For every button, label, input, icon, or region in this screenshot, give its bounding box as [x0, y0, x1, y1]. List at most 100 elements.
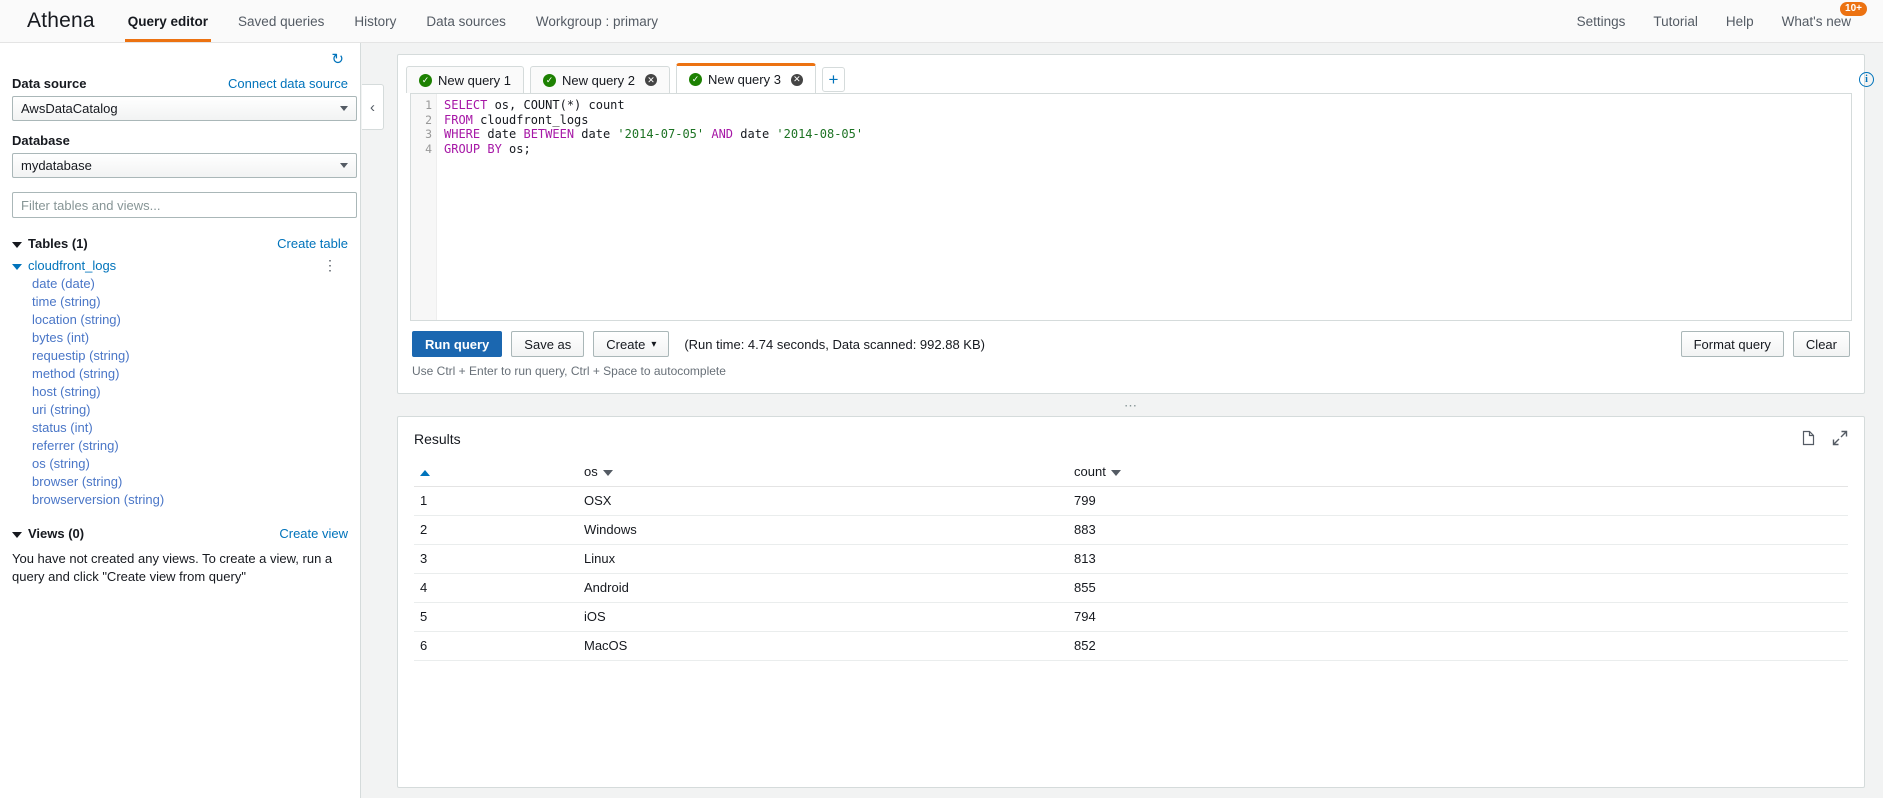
clear-button[interactable]: Clear [1792, 331, 1850, 357]
nav-item-settings[interactable]: Settings [1563, 0, 1640, 42]
add-query-tab-button[interactable]: + [821, 67, 845, 92]
column-item[interactable]: browser (string) [12, 472, 348, 490]
column-item[interactable]: time (string) [12, 292, 348, 310]
nav-item-whats-new[interactable]: What's new 10+ [1768, 0, 1867, 42]
row-count-cell: 813 [1074, 544, 1848, 574]
download-file-icon[interactable] [1801, 430, 1816, 446]
row-index-cell: 3 [414, 544, 584, 574]
panel-splitter-handle[interactable]: ⋯ [397, 398, 1865, 413]
nav-item-history[interactable]: History [339, 0, 411, 42]
line-number: 4 [425, 141, 432, 156]
sql-token: FROM [444, 112, 473, 127]
views-heading[interactable]: Views (0) [12, 526, 84, 541]
column-item[interactable]: location (string) [12, 310, 348, 328]
query-tab-new-query-1[interactable]: ✓ New query 1 [406, 66, 524, 93]
tables-heading[interactable]: Tables (1) [12, 236, 88, 251]
app-brand-athena: Athena [27, 9, 95, 32]
expand-icon[interactable] [1832, 430, 1848, 446]
table-node-cloudfront-logs[interactable]: cloudfront_logs ⋮ [12, 257, 348, 274]
row-os-cell: iOS [584, 602, 1074, 632]
sql-token: date [733, 127, 777, 142]
row-os-cell: Android [584, 573, 1074, 603]
caret-expanded-icon [12, 263, 22, 270]
nav-item-label: Workgroup : primary [535, 13, 658, 29]
query-tab-new-query-3[interactable]: ✓ New query 3 ✕ [675, 63, 816, 93]
sql-code-text[interactable]: SELECT os, COUNT(*) count FROM cloudfront… [437, 94, 1851, 320]
nav-item-query-editor[interactable]: Query editor [113, 0, 223, 42]
table-row: 5 iOS 794 [414, 602, 1848, 632]
nav-item-help[interactable]: Help [1712, 0, 1768, 42]
query-tab-label: New query 2 [561, 72, 635, 88]
sql-token: '2014-08-05' [776, 127, 864, 142]
run-statistics-text: (Run time: 4.74 seconds, Data scanned: 9… [684, 336, 985, 352]
results-table-head: os count [414, 458, 1848, 487]
row-os-cell: MacOS [584, 631, 1074, 661]
sidebar-collapse-handle[interactable]: ‹ [362, 84, 384, 130]
connect-data-source-link[interactable]: Connect data source [228, 76, 348, 91]
primary-nav-items: Query editor Saved queries History Data … [113, 0, 673, 42]
column-item[interactable]: method (string) [12, 364, 348, 382]
sidebar-panel: ↻ Data source Connect data source AwsDat… [0, 43, 361, 798]
column-item[interactable]: status (int) [12, 418, 348, 436]
nav-item-workgroup[interactable]: Workgroup : primary [521, 0, 673, 42]
column-item[interactable]: bytes (int) [12, 328, 348, 346]
nav-item-label: Tutorial [1653, 13, 1698, 29]
nav-item-saved-queries[interactable]: Saved queries [223, 0, 339, 42]
close-icon[interactable]: ✕ [644, 74, 657, 86]
sort-descending-icon [1110, 469, 1121, 476]
success-check-icon: ✓ [419, 73, 432, 87]
create-button-label: Create [606, 336, 646, 352]
column-item[interactable]: os (string) [12, 454, 348, 472]
nav-item-label: Saved queries [238, 13, 325, 29]
line-number: 2 [425, 112, 432, 127]
create-view-link[interactable]: Create view [279, 526, 348, 541]
row-index-cell: 1 [414, 486, 584, 516]
sql-token: cloudfront_logs [472, 112, 589, 127]
nav-item-tutorial[interactable]: Tutorial [1639, 0, 1712, 42]
database-select[interactable]: mydatabase [12, 153, 357, 178]
line-number: 3 [425, 127, 432, 142]
sql-line: WHERE date BETWEEN date '2014-07-05' AND… [444, 127, 1851, 142]
run-query-button[interactable]: Run query [412, 331, 503, 357]
column-item[interactable]: browserversion (string) [12, 490, 348, 508]
column-item[interactable]: date (date) [12, 274, 348, 292]
save-as-button[interactable]: Save as [511, 331, 585, 357]
sql-line: SELECT os, COUNT(*) count [444, 98, 1851, 113]
row-index-cell: 6 [414, 631, 584, 661]
chevron-down-icon [340, 163, 348, 168]
sql-editor[interactable]: 1 2 3 4 SELECT os, COUNT(*) count FROM cl… [410, 93, 1852, 321]
query-tab-new-query-2[interactable]: ✓ New query 2 ✕ [529, 66, 670, 93]
data-source-select[interactable]: AwsDataCatalog [12, 96, 357, 121]
info-icon[interactable]: i [1859, 72, 1874, 87]
secondary-nav-items: Settings Tutorial Help What's new 10+ [1563, 0, 1883, 42]
filter-tables-input[interactable] [12, 192, 357, 218]
nav-item-label: Query editor [127, 13, 209, 29]
sql-token: SELECT [444, 98, 488, 112]
column-header-index[interactable] [414, 458, 584, 487]
create-dropdown-button[interactable]: Create ▾ [593, 331, 670, 357]
close-icon[interactable]: ✕ [790, 73, 803, 86]
caret-expanded-icon [12, 531, 22, 538]
create-table-link[interactable]: Create table [277, 236, 348, 251]
sql-token: os; [501, 141, 531, 156]
table-options-icon[interactable]: ⋮ [323, 257, 348, 274]
refresh-icon[interactable]: ↻ [331, 52, 344, 67]
row-count-cell: 799 [1074, 486, 1848, 516]
column-item[interactable]: host (string) [12, 382, 348, 400]
sql-line: FROM cloudfront_logs [444, 113, 1851, 128]
column-header-os[interactable]: os [584, 458, 1074, 487]
sort-ascending-icon [420, 469, 430, 476]
sql-token: os, COUNT(*) count [487, 98, 625, 112]
column-header-count[interactable]: count [1074, 458, 1848, 487]
format-query-button[interactable]: Format query [1680, 331, 1784, 357]
keyboard-hint-text: Use Ctrl + Enter to run query, Ctrl + Sp… [412, 364, 726, 378]
column-item[interactable]: referrer (string) [12, 436, 348, 454]
database-value: mydatabase [21, 158, 92, 173]
results-toolbar [1801, 430, 1848, 446]
nav-item-data-sources[interactable]: Data sources [411, 0, 521, 42]
column-item[interactable]: uri (string) [12, 400, 348, 418]
column-item[interactable]: requestip (string) [12, 346, 348, 364]
sql-token: '2014-07-05' [617, 127, 705, 142]
sidebar-refresh-row: ↻ [12, 43, 348, 76]
query-tabs-bar: ✓ New query 1 ✓ New query 2 ✕ ✓ New quer… [398, 55, 1864, 93]
